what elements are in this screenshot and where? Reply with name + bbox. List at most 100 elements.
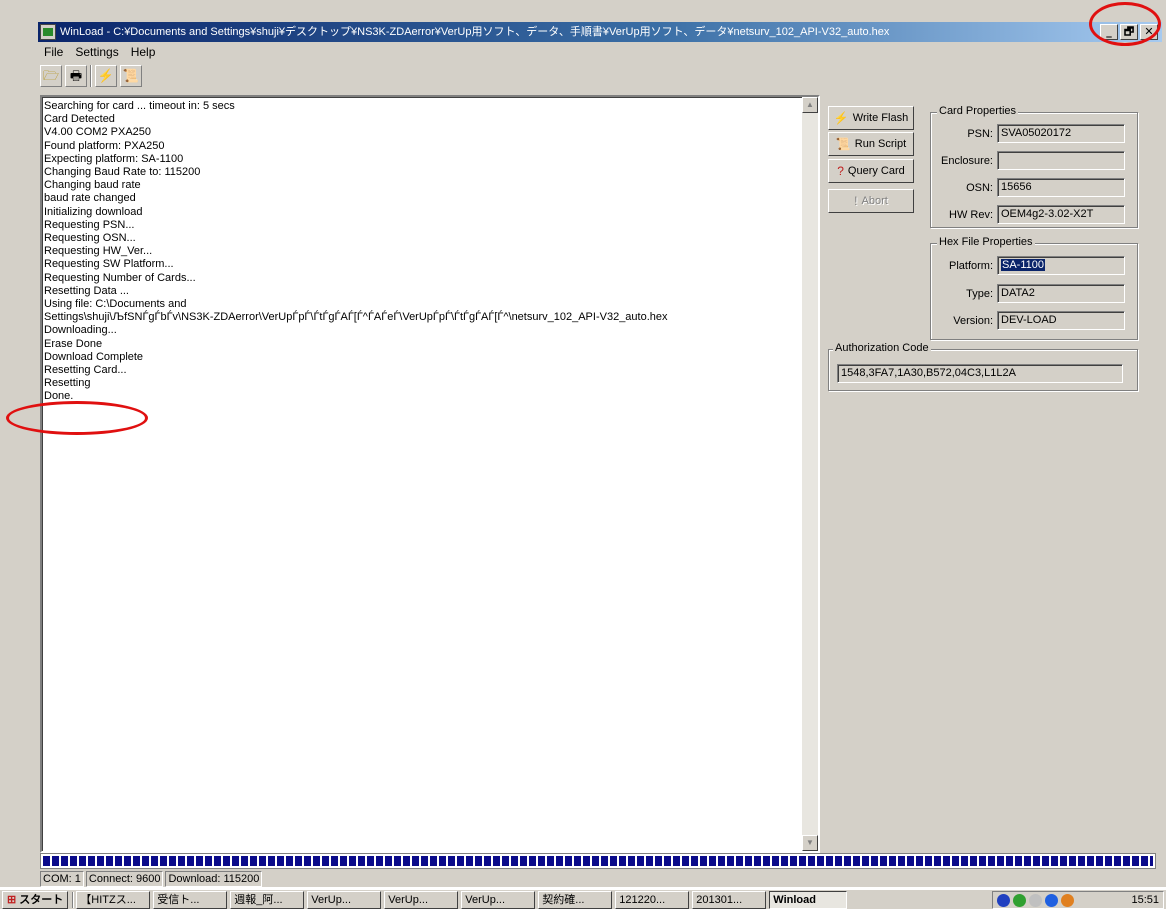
log-line: Resetting [44, 377, 91, 390]
log-line: Requesting Number of Cards... [44, 271, 196, 284]
log-line: Using file: C:\Documents and [44, 298, 187, 311]
run-script-button[interactable]: 📜 Run Script [828, 132, 914, 156]
menu-bar: File Settings Help [40, 43, 155, 61]
card-properties-title: Card Properties [937, 105, 1019, 117]
version-label: Version: [953, 314, 993, 327]
write-flash-icon[interactable]: ⚡ [95, 65, 117, 87]
platform-field[interactable]: SA-1100 [997, 256, 1125, 275]
log-scrollbar[interactable]: ▲ ▼ [802, 97, 818, 851]
status-connect: Connect: 9600 [85, 871, 164, 887]
log-line: Erase Done [44, 337, 103, 350]
log-line: Resetting Card... [44, 364, 127, 377]
taskbar-item-verup-3[interactable]: VerUp... [461, 890, 536, 909]
log-line: Card Detected [44, 113, 115, 126]
taskbar-item-winload[interactable]: Winload [769, 890, 848, 909]
network-icon[interactable] [997, 893, 1010, 907]
log-output[interactable]: Searching for card ... timeout in: 5 sec… [40, 95, 820, 853]
antivirus-icon[interactable] [1013, 893, 1026, 907]
platform-label: Platform: [948, 259, 993, 272]
status-bar: COM: 1 Connect: 9600 Download: 115200 [40, 871, 264, 887]
log-line: Resetting Data ... [44, 284, 129, 297]
taskbar-item-inbox[interactable]: 受信ト... [153, 890, 228, 909]
taskbar-item-121220[interactable]: 121220... [615, 890, 690, 909]
log-line: Requesting HW_Ver... [44, 245, 153, 258]
log-line: Initializing download [44, 205, 143, 218]
taskbar-item-verup-2[interactable]: VerUp... [384, 890, 459, 909]
tray-icons [997, 893, 1074, 907]
log-line: V4.00 COM2 PXA250 [44, 126, 152, 139]
app-icon[interactable] [40, 24, 56, 40]
print-icon[interactable]: 🖶 [65, 65, 87, 87]
taskbar-item-201301[interactable]: 201301... [692, 890, 767, 909]
hwrev-field: OEM4g2-3.02-X2T [997, 205, 1125, 224]
run-script-label: Run Script [854, 138, 907, 150]
annotation-circle-done [6, 401, 148, 435]
menu-file[interactable]: File [44, 43, 63, 61]
write-flash-button[interactable]: ⚡ Write Flash [828, 106, 914, 130]
open-folder-icon[interactable]: 🗁 [40, 65, 62, 87]
log-line: Download Complete [44, 350, 144, 363]
progress-fill [43, 856, 1153, 866]
write-flash-label: Write Flash [852, 112, 909, 124]
osn-field: 15656 [997, 178, 1125, 197]
download-progress-bar [40, 853, 1156, 869]
taskbar-item-verup-1[interactable]: VerUp... [307, 890, 382, 909]
osn-label: OSN: [966, 181, 993, 194]
window-title: WinLoad - C:¥Documents and Settings¥shuj… [60, 26, 890, 38]
log-line: Requesting PSN... [44, 218, 135, 231]
log-line: Changing baud rate [44, 179, 141, 192]
abort-label: Abort [861, 195, 888, 207]
scroll-down-icon[interactable]: ▼ [802, 835, 818, 851]
abort-button[interactable]: ! Abort [828, 189, 914, 213]
query-card-label: Query Card [847, 165, 905, 177]
enclosure-field [997, 151, 1125, 170]
clock: 15:51 [1131, 894, 1159, 906]
taskbar-separator [72, 891, 75, 908]
volume-icon[interactable] [1029, 893, 1042, 907]
annotation-circle-window-controls [1089, 2, 1161, 46]
run-script-icon[interactable]: 📜 [120, 65, 142, 87]
flash-icon: ⚡ [833, 111, 849, 125]
taskbar-item-hitz[interactable]: 【HITZス... [76, 890, 151, 909]
log-line: Settings\shuji\ЉfЅNЃgЃbЃv\NS3K-ZDAerror\… [44, 311, 668, 324]
system-tray: 15:51 [992, 891, 1164, 909]
start-button[interactable]: ⊞ スタート [2, 890, 69, 909]
enclosure-label: Enclosure: [941, 154, 993, 167]
log-line: Searching for card ... timeout in: 5 sec… [44, 100, 235, 112]
script-icon: 📜 [835, 137, 851, 151]
toolbar-separator [90, 65, 92, 87]
menu-settings[interactable]: Settings [75, 43, 118, 61]
title-bar[interactable]: WinLoad - C:¥Documents and Settings¥shuj… [38, 22, 1162, 42]
scroll-up-icon[interactable]: ▲ [802, 97, 818, 113]
psn-field: SVA05020172 [997, 124, 1125, 143]
version-field[interactable]: DEV-LOAD [997, 311, 1125, 330]
taskbar-item-contract[interactable]: 契約確... [538, 890, 613, 909]
card-properties-group: Card Properties PSN: SVA05020172 Enclosu… [930, 105, 1138, 228]
log-line: baud rate changed [44, 192, 136, 205]
messenger-icon[interactable] [1045, 893, 1058, 907]
log-line: Found platform: PXA250 [44, 139, 165, 152]
hex-file-properties-title: Hex File Properties [937, 236, 1035, 248]
hex-file-properties-group: Hex File Properties Platform: SA-1100 Ty… [930, 236, 1138, 340]
menu-help[interactable]: Help [131, 43, 156, 61]
log-line: Done. [44, 390, 74, 403]
query-card-button[interactable]: ? Query Card [828, 159, 914, 183]
log-line: Downloading... [44, 324, 117, 337]
taskbar-item-weekly-report[interactable]: 週報_阿... [230, 890, 305, 909]
abort-icon: ! [854, 194, 858, 208]
windows-logo-icon: ⊞ [7, 893, 17, 906]
winload-window: WinLoad - C:¥Documents and Settings¥shuj… [0, 0, 1166, 887]
log-lines: Searching for card ... timeout in: 5 sec… [44, 100, 802, 404]
log-line: Requesting OSN... [44, 232, 136, 245]
hwrev-label: HW Rev: [949, 208, 993, 221]
type-field[interactable]: DATA2 [997, 284, 1125, 303]
log-line: Changing Baud Rate to: 115200 [44, 166, 201, 179]
taskbar: ⊞ スタート 【HITZス... 受信ト... 週報_阿... VerUp...… [0, 889, 1166, 909]
authorization-code-field[interactable]: 1548,3FA7,1A30,B572,04C3,L1L2A [837, 364, 1123, 383]
update-icon[interactable] [1061, 893, 1074, 907]
platform-value: SA-1100 [1001, 259, 1045, 271]
status-com: COM: 1 [40, 871, 84, 887]
status-download: Download: 115200 [165, 871, 263, 887]
type-label: Type: [966, 287, 993, 300]
log-line: Requesting SW Platform... [44, 258, 174, 271]
